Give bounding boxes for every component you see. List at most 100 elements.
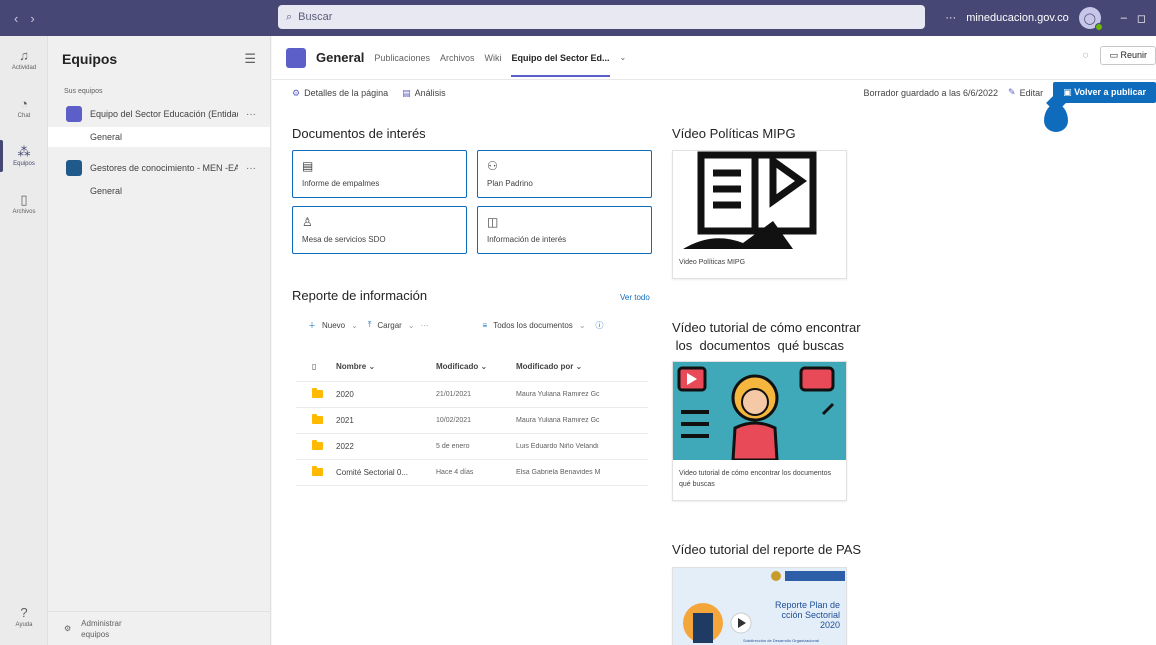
quick-link-label: Plan Padrino	[487, 179, 533, 188]
manage-line1: Administrar	[81, 618, 122, 628]
table-row[interactable]: 2022 5 de enero Luis Eduardo Niño Veland…	[296, 434, 648, 460]
search-box[interactable]: ⌕ Buscar	[278, 5, 925, 29]
edit-label: Editar	[1019, 87, 1044, 98]
team-logo	[286, 47, 306, 68]
pencil-icon: ✎	[1008, 87, 1016, 97]
row-name[interactable]: 2022	[336, 442, 436, 451]
republish-button[interactable]: ▣ Volver a publicar	[1053, 82, 1156, 103]
video-thumbnail-image	[673, 362, 846, 460]
teams-panel: Equipos ☰ Sus equipos Equipo del Sector …	[48, 36, 271, 645]
app-item-chat[interactable]: ◔ Chat	[0, 84, 48, 132]
quick-link-label: Informe de empalmes	[302, 179, 380, 188]
app-item-files[interactable]: ▯ Archivos	[0, 180, 48, 228]
row-name[interactable]: 2021	[336, 416, 436, 425]
conversation-icon[interactable]: ◌	[1083, 50, 1089, 61]
app-item-teams[interactable]: ⁂ Equipos	[0, 132, 48, 180]
page-command-bar: ⚙ Detalles de la página ▤ Análisis Borra…	[272, 80, 1156, 106]
titlebar-right: ··· mineducacion.gov.co ◯ – ◻	[945, 0, 1156, 36]
chevron-down-icon: ⌄	[407, 320, 415, 330]
video-card-mipg[interactable]: Video Políticas MIPG	[672, 150, 847, 279]
view-icon: ≡	[482, 320, 488, 330]
thumbnail-line1: Reporte Plan de	[774, 600, 840, 610]
tab-archivos[interactable]: Archivos	[440, 53, 475, 63]
channel-item-general[interactable]: General	[48, 127, 270, 147]
manage-teams-button[interactable]: ⚙ Administrar equipos	[48, 611, 271, 645]
app-item-label: Archivos	[12, 209, 36, 215]
quick-link-informe[interactable]: ▤ Informe de empalmes	[292, 150, 467, 198]
new-button[interactable]: Nuevo	[322, 321, 345, 330]
more-options-icon[interactable]: ···	[246, 163, 256, 174]
info-icon[interactable]: ⓘ	[596, 320, 604, 331]
column-modified-by[interactable]: Modificado por ⌄	[516, 362, 636, 371]
gear-icon: ⚙	[292, 87, 301, 98]
channel-item-general[interactable]: General	[48, 181, 270, 201]
app-item-activity[interactable]: ♫ Actividad	[0, 36, 48, 84]
team-item-sector-educacion[interactable]: Equipo del Sector Educación (Entidad... …	[48, 101, 270, 127]
search-input[interactable]: Buscar	[298, 11, 332, 23]
meet-button[interactable]: ▭ Reunir	[1100, 46, 1156, 65]
app-item-help[interactable]: ? Ayuda	[0, 593, 48, 641]
column-name[interactable]: Nombre ⌄	[336, 362, 436, 371]
tab-wiki[interactable]: Wiki	[484, 53, 501, 63]
tab-publicaciones[interactable]: Publicaciones	[374, 53, 430, 63]
more-options-icon[interactable]: ···	[246, 109, 256, 120]
manage-teams-label: Administrar equipos	[81, 618, 121, 640]
chevron-down-icon[interactable]: ⌄	[620, 53, 627, 62]
team-name: Equipo del Sector Educación (Entidad...	[90, 109, 238, 119]
forward-icon[interactable]: ›	[30, 11, 34, 26]
avatar[interactable]: ◯	[1078, 7, 1103, 31]
more-options-icon[interactable]: ···	[421, 321, 429, 330]
report-section-title: Reporte de información	[292, 288, 428, 303]
table-row[interactable]: 2020 21/01/2021 Maura Yuliana Ramirez Gc	[296, 382, 648, 408]
folder-icon	[296, 465, 336, 478]
video-card-tutorial[interactable]: Video tutorial de cómo encontrar los doc…	[672, 361, 847, 501]
row-modified: 10/02/2021	[436, 417, 472, 424]
video-caption: Video Políticas MIPG	[679, 259, 746, 266]
row-name[interactable]: Comité Sectorial 0...	[336, 468, 436, 477]
video-card-pas[interactable]: Reporte Plan de cción Sectorial 2020 Sub…	[672, 567, 847, 645]
back-icon[interactable]: ‹	[14, 11, 18, 26]
gear-icon: ⚙	[64, 624, 72, 633]
row-name[interactable]: 2020	[336, 390, 436, 399]
documents-section-title: Documentos de interés	[292, 126, 426, 141]
video-title-line2: los documentos qué buscas	[672, 338, 844, 353]
video-thumbnail-image	[673, 151, 846, 249]
person-icon: ♙	[302, 215, 313, 229]
page-details-label: Detalles de la página	[304, 88, 389, 98]
see-all-link[interactable]: Ver todo	[620, 293, 650, 302]
app-item-label: Equipos	[13, 161, 35, 167]
table-row[interactable]: 2021 10/02/2021 Maura Yuliana Ramirez Gc	[296, 408, 648, 434]
page-details-button[interactable]: ⚙ Detalles de la página	[292, 88, 388, 99]
quick-link-plan-padrino[interactable]: ⚇ Plan Padrino	[477, 150, 652, 198]
row-modified-by: Maura Yuliana Ramirez Gc	[516, 417, 600, 424]
video-section-title: Vídeo Políticas MIPG	[672, 126, 796, 141]
more-options-icon[interactable]: ···	[945, 12, 956, 24]
restore-button[interactable]: ◻	[1137, 12, 1146, 25]
channel-header-right: ◌ ▭ Reunir	[1083, 46, 1156, 65]
team-item-gestores[interactable]: Gestores de conocimiento - MEN -EAV ···	[48, 155, 270, 181]
row-modified: Hace 4 días	[436, 469, 474, 476]
view-selector[interactable]: Todos los documentos	[493, 321, 573, 330]
row-modified-by: Elsa Gabriela Benavides M	[516, 469, 601, 476]
tab-equipo-sector[interactable]: Equipo del Sector Ed...	[511, 53, 610, 77]
table-row[interactable]: Comité Sectorial 0... Hace 4 días Elsa G…	[296, 460, 648, 486]
minimize-button[interactable]: –	[1121, 12, 1127, 24]
analytics-button[interactable]: ▤ Análisis	[402, 88, 446, 99]
quick-link-informacion[interactable]: ◫ Información de interés	[477, 206, 652, 254]
filter-icon[interactable]: ☰	[244, 51, 256, 67]
team-logo	[66, 106, 82, 122]
quick-link-mesa-servicios[interactable]: ♙ Mesa de servicios SDO	[292, 206, 467, 254]
app-item-label: Actividad	[11, 65, 37, 71]
row-modified: 5 de enero	[436, 443, 470, 450]
teams-icon: ⁂	[17, 144, 31, 159]
column-modified[interactable]: Modificado ⌄	[436, 362, 516, 371]
column-modified-by-label: Modificado por	[516, 362, 574, 371]
teams-panel-title: Equipos	[62, 51, 118, 67]
upload-icon: ⤒	[367, 320, 372, 329]
table-header: ▯ Nombre ⌄ Modificado ⌄ Modificado por ⌄	[296, 352, 648, 382]
plus-icon: ＋	[308, 320, 316, 330]
title-bar: ‹ › ⌕ Buscar ··· mineducacion.gov.co ◯ –…	[0, 0, 1156, 36]
edit-button[interactable]: ✎ Editar	[1008, 87, 1043, 98]
person-icon: ◯	[1083, 12, 1096, 25]
upload-button[interactable]: Cargar	[377, 321, 401, 330]
